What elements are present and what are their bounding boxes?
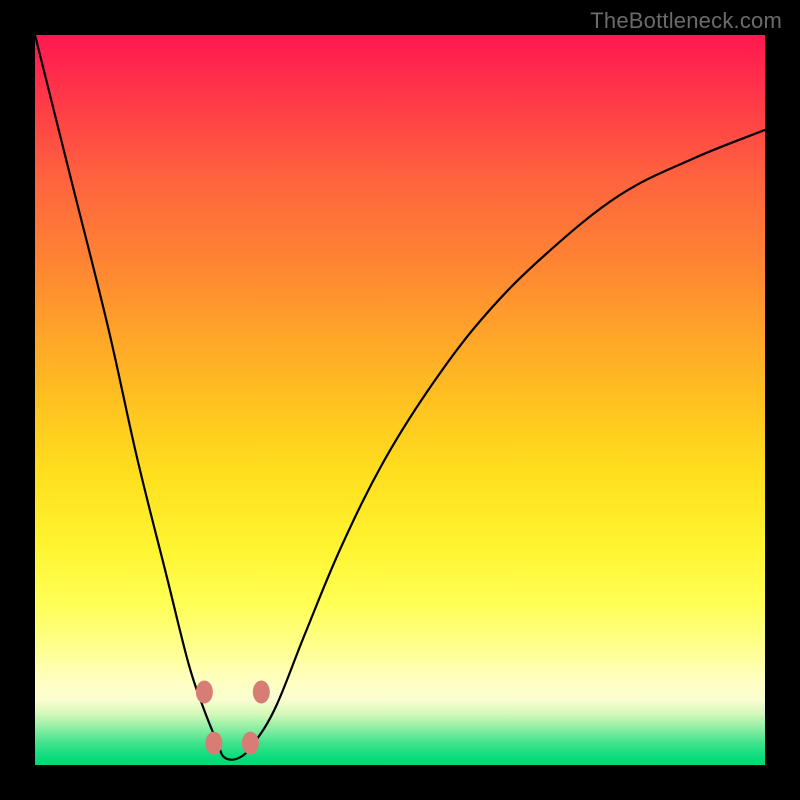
curve-layer — [35, 35, 765, 765]
chart-stage: TheBottleneck.com — [0, 0, 800, 800]
marker-min-shoulder-left-upper — [196, 681, 213, 704]
marker-min-shoulder-right-upper — [253, 681, 270, 704]
bottleneck-curve — [35, 35, 765, 760]
marker-min-shoulder-right-lower — [242, 732, 259, 755]
watermark-text: TheBottleneck.com — [590, 8, 782, 34]
marker-min-shoulder-left-lower — [205, 732, 222, 755]
plot-area — [35, 35, 765, 765]
